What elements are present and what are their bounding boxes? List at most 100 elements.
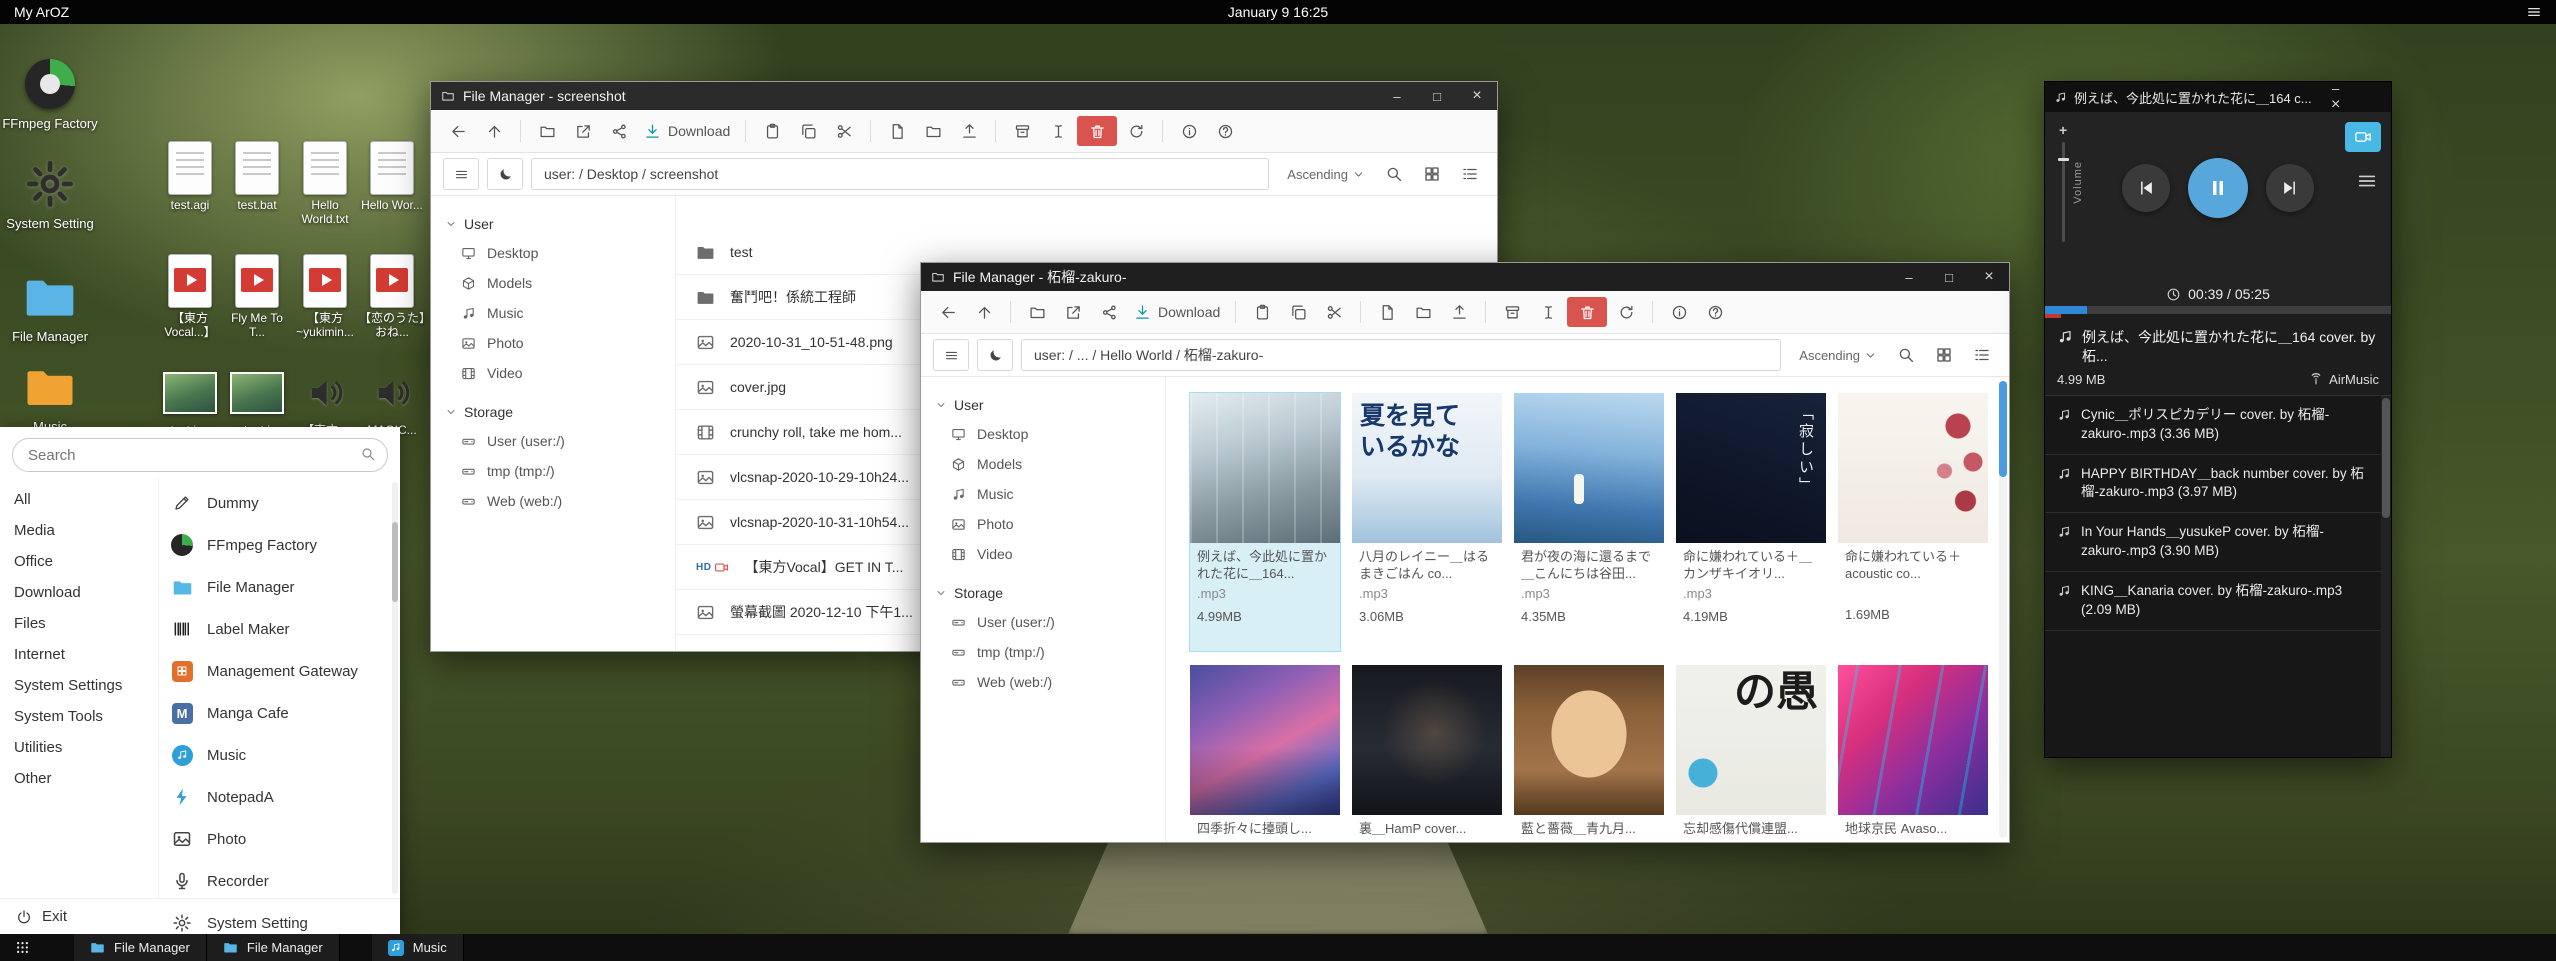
open-in-new-window-button[interactable]: [1056, 297, 1090, 327]
download-button[interactable]: Download: [638, 116, 736, 146]
minimize-button[interactable]: [1377, 82, 1417, 110]
desktop-file[interactable]: test.agi: [155, 140, 225, 213]
dark-mode-toggle[interactable]: [487, 158, 523, 190]
app-item-manga-cafe[interactable]: Manga Cafe: [159, 692, 400, 734]
desktop-file[interactable]: 【東方~yukimin...: [290, 253, 360, 340]
share-button[interactable]: [1092, 297, 1126, 327]
archive-button[interactable]: [1005, 116, 1039, 146]
sidebar-item-web-drive[interactable]: Web (web:/): [431, 486, 675, 516]
sidebar-item-music[interactable]: Music: [921, 479, 1165, 509]
taskbar-item-music[interactable]: Music: [372, 934, 464, 961]
sidebar-section-storage[interactable]: Storage: [921, 579, 1165, 607]
playlist-item[interactable]: Cynic＿ポリスピカデリー cover. by 柘榴-zakuro-.mp3 …: [2045, 396, 2391, 455]
cut-button[interactable]: [1317, 297, 1351, 327]
volume-slider-thumb[interactable]: [2058, 158, 2069, 161]
scrollbar[interactable]: [1999, 381, 2007, 838]
category-download[interactable]: Download: [0, 577, 158, 608]
search-input[interactable]: [12, 438, 388, 472]
desktop-file[interactable]: Fly Me To T...: [222, 253, 292, 340]
volume-plus-icon[interactable]: [2059, 122, 2067, 138]
grid-item[interactable]: 「寂しい」 命に嫌われている＋＿カンザキイオリ....mp34.19MB: [1676, 393, 1826, 651]
seek-bar[interactable]: [2045, 306, 2391, 314]
category-files[interactable]: Files: [0, 608, 158, 639]
rename-button[interactable]: [1531, 297, 1565, 327]
list-view-button[interactable]: [1455, 159, 1485, 189]
sidebar-item-video[interactable]: Video: [431, 358, 675, 388]
properties-button[interactable]: [1662, 297, 1696, 327]
playlist-toggle-button[interactable]: [2356, 170, 2378, 197]
maximize-button[interactable]: [1929, 263, 1969, 291]
delete-button[interactable]: [1567, 297, 1607, 327]
new-folder-button[interactable]: [1406, 297, 1440, 327]
sort-dropdown[interactable]: Ascending: [1287, 167, 1365, 182]
category-internet[interactable]: Internet: [0, 639, 158, 670]
app-item-recorder[interactable]: Recorder: [159, 860, 400, 902]
sidebar-item-desktop[interactable]: Desktop: [921, 419, 1165, 449]
desktop-icon-file-manager[interactable]: File Manager: [0, 268, 100, 345]
rename-button[interactable]: [1041, 116, 1075, 146]
grid-item[interactable]: 命に嫌われている＋acoustic co...1.69MB: [1838, 393, 1988, 651]
upload-button[interactable]: [952, 116, 986, 146]
desktop-icon-music[interactable]: Music: [0, 358, 100, 435]
refresh-button[interactable]: [1119, 116, 1153, 146]
volume-control[interactable]: Volume: [2059, 122, 2084, 242]
cast-button[interactable]: [2345, 122, 2381, 152]
sidebar-item-user-drive[interactable]: User (user:/): [431, 426, 675, 456]
new-file-button[interactable]: [1370, 297, 1404, 327]
grid-item[interactable]: 四季折々に擡頭し...: [1190, 665, 1340, 842]
desktop-icon-system-setting[interactable]: System Setting: [0, 155, 100, 232]
breadcrumb[interactable]: user: / Desktop / screenshot: [531, 158, 1269, 190]
sidebar-item-models[interactable]: Models: [921, 449, 1165, 479]
grid-item[interactable]: 君が夜の海に還るまで＿こんにちは谷田....mp34.35MB: [1514, 393, 1664, 651]
new-folder-button[interactable]: [916, 116, 950, 146]
playlist-item[interactable]: In Your Hands＿yusukeP cover. by 柘榴-zakur…: [2045, 513, 2391, 572]
category-utilities[interactable]: Utilities: [0, 732, 158, 763]
desktop-file[interactable]: 【東方Vocal...】: [155, 253, 225, 340]
app-item-label-maker[interactable]: Label Maker: [159, 608, 400, 650]
pause-button[interactable]: [2188, 158, 2248, 218]
desktop-file[interactable]: 【恋のうた】おね...: [357, 253, 427, 340]
grid-item[interactable]: 地球京民 Avaso...: [1838, 665, 1988, 842]
category-all[interactable]: All: [0, 484, 158, 515]
title-bar[interactable]: File Manager - screenshot: [431, 82, 1497, 110]
grid-view-button[interactable]: [1417, 159, 1447, 189]
previous-track-button[interactable]: [2122, 164, 2170, 212]
category-other[interactable]: Other: [0, 763, 158, 794]
category-office[interactable]: Office: [0, 546, 158, 577]
back-button[interactable]: [931, 297, 965, 327]
scrollbar-thumb[interactable]: [2382, 398, 2390, 518]
sidebar-item-video[interactable]: Video: [921, 539, 1165, 569]
upload-button[interactable]: [1442, 297, 1476, 327]
app-item-ffmpeg-factory[interactable]: FFmpeg Factory: [159, 524, 400, 566]
copy-button[interactable]: [791, 116, 825, 146]
desktop-file[interactable]: Hello World.txt: [290, 140, 360, 227]
airmusic-output[interactable]: AirMusic: [2309, 372, 2379, 387]
open-button[interactable]: [530, 116, 564, 146]
app-item-music[interactable]: Music: [159, 734, 400, 776]
refresh-button[interactable]: [1609, 297, 1643, 327]
copy-button[interactable]: [1281, 297, 1315, 327]
top-menu-button[interactable]: [2512, 4, 2556, 20]
desktop-file[interactable]: Hello Wor...: [357, 140, 427, 213]
grid-item[interactable]: 夏を見て いるかな 八月のレイニー＿はるまきごはん co....mp33.06M…: [1352, 393, 1502, 651]
sidebar-item-photo[interactable]: Photo: [431, 328, 675, 358]
scrollbar[interactable]: [392, 482, 398, 894]
sort-dropdown[interactable]: Ascending: [1799, 348, 1877, 363]
category-media[interactable]: Media: [0, 515, 158, 546]
paste-button[interactable]: [755, 116, 789, 146]
sidebar-item-user-drive[interactable]: User (user:/): [921, 607, 1165, 637]
sidebar-item-tmp-drive[interactable]: tmp (tmp:/): [921, 637, 1165, 667]
new-file-button[interactable]: [880, 116, 914, 146]
sidebar-item-music[interactable]: Music: [431, 298, 675, 328]
grid-item[interactable]: 藍と薔薇＿青九月...: [1514, 665, 1664, 842]
grid-item-selected[interactable]: 例えば、今此処に置かれた花に＿164....mp34.99MB: [1190, 393, 1340, 651]
scrollbar-thumb[interactable]: [392, 522, 398, 602]
delete-button[interactable]: [1077, 116, 1117, 146]
playlist-item[interactable]: HAPPY BIRTHDAY＿back number cover. by 柘榴-…: [2045, 455, 2391, 514]
breadcrumb[interactable]: user: / ... / Hello World / 柘榴-zakuro-: [1021, 339, 1781, 371]
search-button[interactable]: [1891, 340, 1921, 370]
next-track-button[interactable]: [2266, 164, 2314, 212]
list-view-button[interactable]: [1967, 340, 1997, 370]
open-button[interactable]: [1020, 297, 1054, 327]
title-bar[interactable]: 例えば、今此処に置かれた花に＿164 c...: [2045, 82, 2391, 112]
